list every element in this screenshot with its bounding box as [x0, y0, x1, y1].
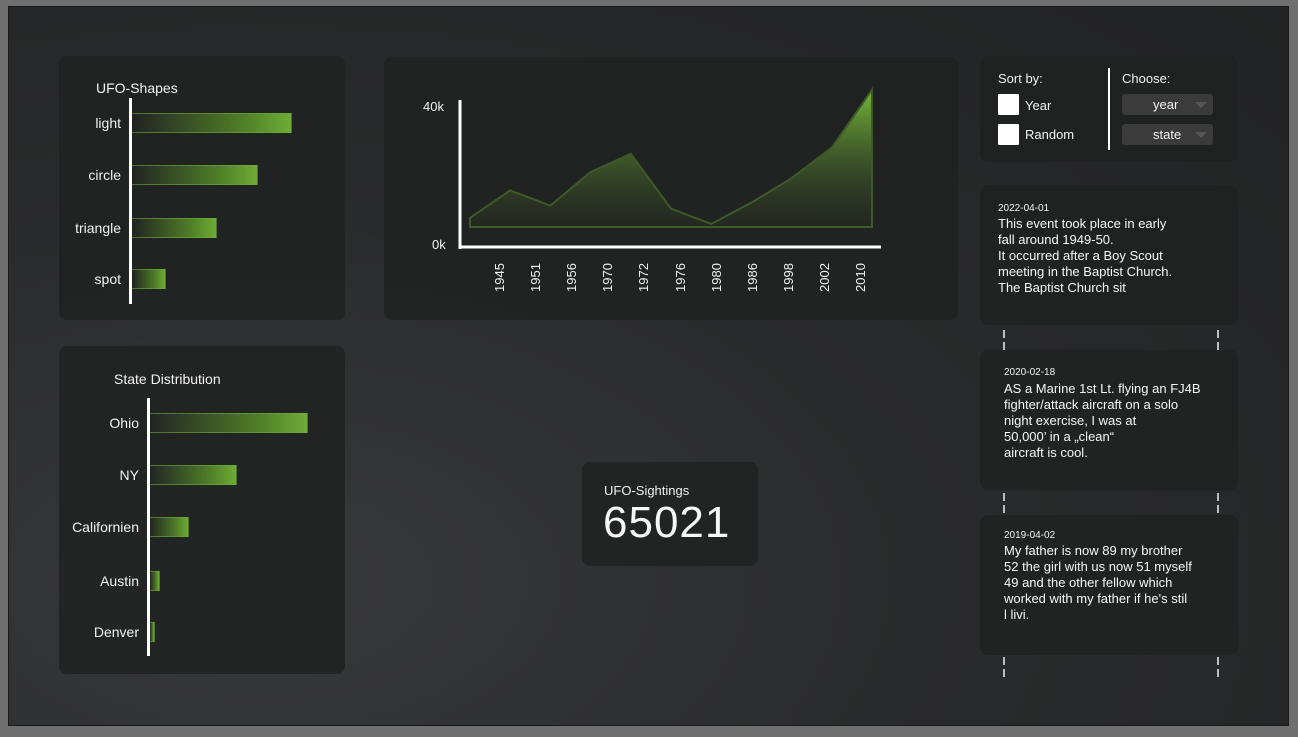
- report-date: 2022-04-01: [998, 203, 1050, 214]
- report-card[interactable]: 2022-04-01 This event took place in earl…: [980, 185, 1238, 325]
- ufo-shapes-title: UFO-Shapes: [96, 80, 178, 96]
- shapes-bar-label: circle: [88, 167, 121, 183]
- states-bar: [150, 517, 189, 537]
- connector-dash: [1003, 505, 1005, 513]
- choose-state-value: state: [1153, 127, 1182, 142]
- connector-dash: [1217, 330, 1219, 338]
- shapes-bar: [132, 113, 292, 133]
- state-distribution-title: State Distribution: [114, 371, 221, 387]
- connector-dash: [1217, 669, 1219, 677]
- choose-year-select[interactable]: year: [1122, 94, 1213, 115]
- controls-divider: [1108, 68, 1110, 150]
- x-tick-label: 1986: [744, 263, 760, 292]
- shapes-bar: [132, 269, 166, 289]
- states-bar-label: Austin: [100, 573, 139, 589]
- sort-random-checkbox[interactable]: [998, 124, 1019, 145]
- sightings-counter-label: UFO-Sightings: [604, 483, 690, 498]
- connector-dash: [1217, 493, 1219, 501]
- shapes-bar: [132, 165, 258, 185]
- sort-year-checkbox[interactable]: [998, 94, 1019, 115]
- report-text: AS a Marine 1st Lt. flying an FJ4B fight…: [1004, 381, 1201, 460]
- states-bar-label: Californien: [72, 519, 139, 535]
- x-tick-label: 1972: [636, 263, 652, 292]
- ufo-shapes-panel: UFO-Shapes light circle triangle spot: [59, 56, 345, 320]
- connector-dash: [1217, 657, 1219, 665]
- choose-state-select[interactable]: state: [1122, 124, 1213, 145]
- shapes-bar: [132, 218, 217, 238]
- states-bar: [150, 571, 160, 591]
- x-tick-label: 1951: [528, 263, 544, 292]
- area-chart: [458, 86, 881, 249]
- x-tick-label: 2002: [816, 263, 832, 292]
- sightings-area: [469, 86, 873, 228]
- states-bar-label: NY: [119, 467, 139, 483]
- x-tick-label: 1970: [600, 263, 616, 292]
- connector-dash: [1217, 342, 1219, 350]
- states-bar: [150, 465, 237, 485]
- shapes-bar-label: spot: [94, 271, 121, 287]
- sort-year-label[interactable]: Year: [1025, 98, 1051, 113]
- chevron-down-icon: [1195, 132, 1207, 138]
- shapes-bar-label: light: [95, 115, 121, 131]
- sightings-counter-value: 65021: [603, 498, 731, 547]
- connector-dash: [1217, 505, 1219, 513]
- sightings-area-chart-panel: 40k 0k 1945 1951 1956 1970 1972 1976 1980 1986 1…: [384, 57, 958, 320]
- choose-year-value: year: [1153, 97, 1179, 112]
- report-card[interactable]: 2020-02-18 AS a Marine 1st Lt. flying an…: [980, 350, 1238, 490]
- report-text: This event took place in early fall arou…: [998, 216, 1173, 295]
- connector-dash: [1003, 493, 1005, 501]
- states-bar-label: Ohio: [109, 415, 139, 431]
- x-tick-label: 2010: [853, 263, 868, 292]
- connector-dash: [1003, 330, 1005, 338]
- shapes-bar-label: triangle: [75, 220, 121, 236]
- x-tick-label: 1956: [564, 263, 580, 292]
- report-date: 2020-02-18: [1004, 367, 1056, 378]
- controls-panel: Sort by: Year Random Choose: year state: [980, 56, 1238, 162]
- state-distribution-panel: State Distribution Ohio NY Californien Aust…: [59, 346, 345, 674]
- report-text: My father is now 89 my brother 52 the gi…: [1004, 543, 1192, 622]
- sightings-counter-panel: UFO-Sightings 65021: [582, 462, 758, 566]
- states-bar: [150, 413, 308, 433]
- states-bar-label: Denver: [93, 624, 139, 640]
- x-tick-label: 1980: [708, 263, 724, 292]
- x-tick-label: 1998: [780, 263, 796, 292]
- chevron-down-icon: [1195, 102, 1207, 108]
- report-date: 2019-04-02: [1004, 530, 1056, 541]
- report-card[interactable]: 2019-04-02 My father is now 89 my brothe…: [980, 515, 1238, 655]
- connector-dash: [1003, 657, 1005, 665]
- connector-dash: [1003, 342, 1005, 350]
- sort-by-title: Sort by:: [998, 71, 1043, 86]
- connector-dash: [1003, 669, 1005, 677]
- x-tick-label: 1945: [492, 263, 507, 292]
- x-tick-label: 1976: [672, 263, 688, 292]
- states-bar: [150, 622, 155, 642]
- sort-random-label[interactable]: Random: [1025, 127, 1074, 142]
- choose-title: Choose:: [1122, 71, 1171, 86]
